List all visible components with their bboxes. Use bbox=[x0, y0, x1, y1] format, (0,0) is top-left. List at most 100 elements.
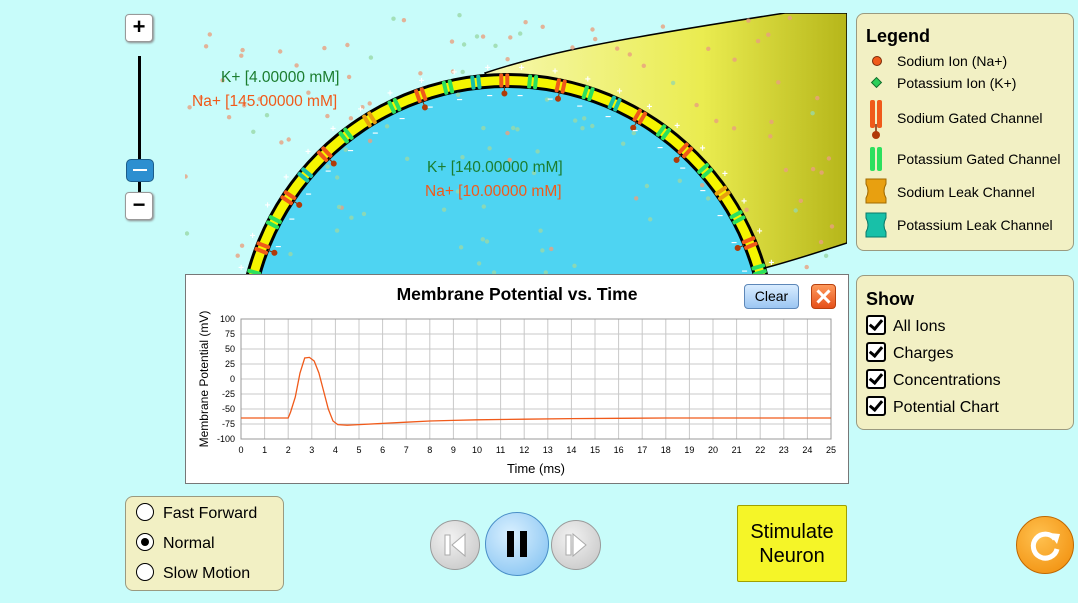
potassium-ion bbox=[511, 125, 516, 131]
negative-charge-icon: − bbox=[731, 238, 737, 249]
reset-button[interactable] bbox=[1016, 516, 1074, 574]
potassium-ion bbox=[580, 126, 585, 131]
potassium-ion bbox=[515, 127, 520, 132]
step-back-button[interactable] bbox=[430, 520, 480, 570]
sodium-ion bbox=[731, 126, 737, 131]
potassium-ion bbox=[336, 204, 342, 210]
negative-charge-icon: − bbox=[717, 211, 723, 222]
potassium-ion bbox=[705, 196, 711, 201]
legend-item-sodium-gated-channel: Sodium Gated Channel bbox=[897, 110, 1043, 126]
stimulate-neuron-button[interactable]: Stimulate Neuron bbox=[737, 505, 847, 582]
y-tick-label: 50 bbox=[225, 344, 235, 354]
positive-charge-icon: + bbox=[485, 63, 491, 74]
potassium-ion bbox=[823, 253, 829, 258]
zoom-slider-thumb[interactable] bbox=[126, 159, 154, 182]
sodium-ion bbox=[694, 102, 699, 108]
sodium-ion bbox=[240, 47, 245, 53]
potassium-ion bbox=[572, 263, 577, 268]
sodium-ion bbox=[714, 118, 719, 124]
potassium-ion bbox=[335, 175, 340, 180]
negative-charge-icon: − bbox=[577, 101, 583, 112]
sodium-ion bbox=[732, 57, 737, 62]
positive-charge-icon: + bbox=[768, 258, 774, 269]
x-tick-label: 20 bbox=[708, 445, 718, 455]
x-tick-label: 3 bbox=[309, 445, 314, 455]
sodium-ion bbox=[505, 130, 510, 136]
potassium-ion bbox=[484, 239, 490, 244]
speed-normal-radio[interactable]: Normal bbox=[136, 533, 215, 553]
sodium-ion bbox=[804, 264, 809, 270]
positive-charge-icon: + bbox=[283, 173, 289, 184]
negative-charge-icon: − bbox=[487, 91, 493, 102]
negative-charge-icon: − bbox=[632, 126, 638, 137]
sodium-ion bbox=[203, 44, 209, 49]
show-charges-checkbox[interactable]: Charges bbox=[866, 342, 954, 366]
sodium-ion bbox=[819, 170, 824, 175]
show-concentrations-checkbox[interactable]: Concentrations bbox=[866, 369, 1001, 393]
step-forward-button[interactable] bbox=[551, 520, 601, 570]
sodium-ion bbox=[185, 174, 188, 179]
potassium-ion bbox=[251, 129, 256, 134]
speed-fast-forward-label: Fast Forward bbox=[163, 505, 258, 523]
negative-charge-icon: − bbox=[372, 128, 378, 139]
x-tick-label: 8 bbox=[427, 445, 432, 455]
x-tick-label: 23 bbox=[779, 445, 789, 455]
sodium-ion bbox=[615, 46, 620, 51]
positive-charge-icon: + bbox=[646, 102, 652, 113]
positive-charge-icon: + bbox=[330, 124, 336, 135]
negative-charge-icon: − bbox=[700, 186, 706, 197]
step-back-icon bbox=[444, 532, 466, 558]
positive-charge-icon: + bbox=[552, 67, 558, 78]
zoom-out-button[interactable]: − bbox=[125, 192, 153, 220]
positive-charge-icon: + bbox=[722, 169, 728, 180]
potassium-ion bbox=[368, 55, 374, 60]
speed-slow-motion-radio[interactable]: Slow Motion bbox=[136, 563, 251, 583]
pause-button[interactable] bbox=[485, 512, 549, 576]
outside-sodium-concentration: Na+ [145.00000 mM] bbox=[192, 93, 338, 110]
membrane-potential-chart: 0 1 2 3 4 5 6 7 8 9 10 11 12 13 14 15 16 17 18 19 20 21 22 23 24… bbox=[197, 311, 836, 476]
x-tick-label: 21 bbox=[732, 445, 742, 455]
neuron-simulation-view: +−+−+−+−+−+−+−+−+−+−+−+−+−+−+−+−+−+−+−+−… bbox=[185, 13, 847, 275]
checkbox-icon[interactable] bbox=[866, 369, 886, 389]
x-tick-label: 14 bbox=[566, 445, 576, 455]
speed-fast-forward-radio[interactable]: Fast Forward bbox=[136, 503, 258, 523]
outside-potassium-concentration: K+ [4.00000 mM] bbox=[221, 69, 340, 86]
y-tick-label: -75 bbox=[222, 419, 235, 429]
sodium-gated-channel-icon bbox=[870, 100, 882, 139]
radio-icon[interactable] bbox=[136, 503, 154, 521]
show-all-ions-label: All Ions bbox=[893, 318, 946, 336]
potassium-ion bbox=[648, 217, 653, 222]
positive-charge-icon: + bbox=[741, 197, 747, 208]
checkbox-icon[interactable] bbox=[866, 342, 886, 362]
show-charges-label: Charges bbox=[893, 345, 954, 363]
potassium-ion bbox=[361, 211, 367, 217]
zoom-in-button[interactable]: + bbox=[125, 14, 153, 42]
x-tick-label: 2 bbox=[286, 445, 291, 455]
sodium-ion bbox=[346, 74, 352, 80]
show-all-ions-checkbox[interactable]: All Ions bbox=[866, 315, 946, 339]
potassium-leak-channel-icon bbox=[865, 212, 887, 238]
x-tick-label: 25 bbox=[826, 445, 836, 455]
radio-icon[interactable] bbox=[136, 563, 154, 581]
potassium-ion bbox=[384, 124, 390, 129]
sodium-ion bbox=[235, 253, 240, 258]
checkbox-icon[interactable] bbox=[866, 315, 886, 335]
speed-slow-motion-label: Slow Motion bbox=[163, 565, 251, 583]
sodium-ion bbox=[325, 113, 330, 119]
potassium-ion bbox=[480, 237, 485, 242]
positive-charge-icon: + bbox=[519, 63, 525, 74]
potassium-ion bbox=[264, 113, 270, 118]
show-potential-chart-checkbox[interactable]: Potential Chart bbox=[866, 396, 999, 420]
potassium-ion bbox=[621, 141, 626, 146]
sodium-ion bbox=[783, 167, 789, 173]
x-tick-label: 1 bbox=[262, 445, 267, 455]
potassium-ion bbox=[793, 208, 798, 213]
potassium-ion bbox=[590, 123, 595, 129]
checkbox-icon[interactable] bbox=[866, 396, 886, 416]
sodium-ion bbox=[367, 101, 372, 106]
sodium-ion bbox=[294, 63, 299, 68]
x-tick-label: 4 bbox=[333, 445, 338, 455]
radio-selected-icon[interactable] bbox=[136, 533, 154, 551]
potassium-ion bbox=[441, 207, 447, 212]
potassium-ion bbox=[481, 204, 486, 209]
